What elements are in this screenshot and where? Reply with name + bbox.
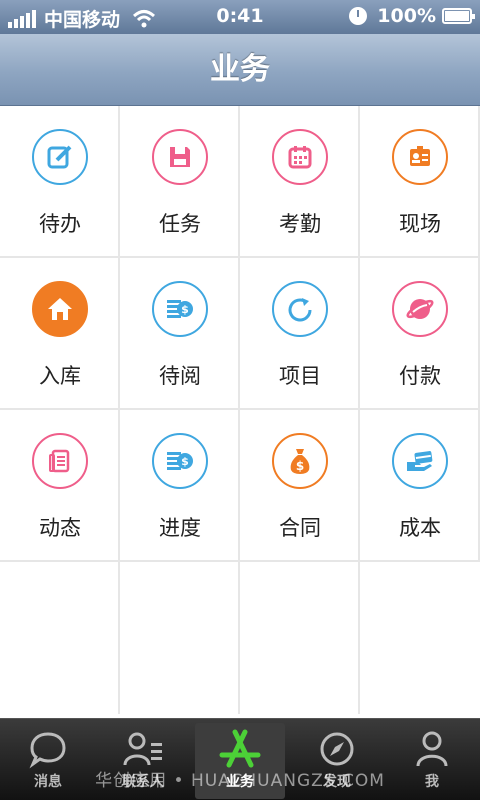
business-grid: 待办 任务 考勤 现场 入库 $ 待阅 项目 付款 动态 $ 进度 $ 合同 成… (0, 106, 480, 718)
coin-stack-icon: $ (152, 281, 208, 337)
compass-icon (320, 732, 354, 766)
tab-label: 我 (425, 774, 439, 790)
id-card-icon (392, 129, 448, 185)
grid-item-label: 付款 (399, 364, 441, 388)
grid-item-todo[interactable]: 待办 (0, 106, 120, 258)
tab-contacts[interactable]: 联系人 (98, 723, 188, 799)
grid-item-label: 现场 (399, 212, 441, 236)
battery-percent: 100% (377, 5, 436, 27)
grid-item-label: 动态 (39, 516, 81, 540)
tab-discover[interactable]: 发现 (292, 723, 382, 799)
tab-me[interactable]: 我 (387, 723, 477, 799)
contacts-icon (123, 732, 162, 766)
grid-item-label: 任务 (159, 212, 201, 236)
empty-cell (360, 562, 480, 714)
grid-item-site[interactable]: 现场 (360, 106, 480, 258)
status-right: 100% (349, 5, 475, 27)
calendar-icon (272, 129, 328, 185)
refresh-icon (272, 281, 328, 337)
grid-item-label: 进度 (159, 516, 201, 540)
tab-label: 联系人 (122, 774, 164, 790)
grid-item-label: 项目 (279, 364, 321, 388)
grid-item-label: 合同 (279, 516, 321, 540)
svg-text:$: $ (296, 459, 304, 473)
grid-item-label: 成本 (399, 516, 441, 540)
grid-item-label: 入库 (39, 364, 81, 388)
grid-item-contract[interactable]: $ 合同 (240, 410, 360, 562)
svg-text:$: $ (181, 455, 189, 468)
empty-cell (0, 562, 120, 714)
tab-label: 消息 (34, 774, 62, 790)
floppy-icon (152, 129, 208, 185)
money-bag-icon: $ (272, 433, 328, 489)
coin-stack-icon: $ (152, 433, 208, 489)
grid-item-payment[interactable]: 付款 (360, 258, 480, 410)
tab-messages[interactable]: 消息 (3, 723, 93, 799)
grid-item-label: 考勤 (279, 212, 321, 236)
edit-icon (32, 129, 88, 185)
tab-label: 业务 (226, 774, 254, 790)
planet-icon (392, 281, 448, 337)
grid-item-progress[interactable]: $ 进度 (120, 410, 240, 562)
grid-item-label: 待阅 (159, 364, 201, 388)
grid-item-attendance[interactable]: 考勤 (240, 106, 360, 258)
document-icon (32, 433, 88, 489)
grid-item-cost[interactable]: 成本 (360, 410, 480, 562)
empty-cell (240, 562, 360, 714)
person-icon (416, 731, 448, 767)
tab-business[interactable]: 业务 (195, 723, 285, 799)
grid-item-project[interactable]: 项目 (240, 258, 360, 410)
grid-item-to-read[interactable]: $ 待阅 (120, 258, 240, 410)
svg-text:$: $ (181, 303, 189, 316)
status-bar: 中国移动 0:41 100% (0, 0, 480, 34)
grid-item-task[interactable]: 任务 (120, 106, 240, 258)
rotation-lock-icon (349, 7, 368, 25)
battery-icon (442, 8, 475, 24)
page-title: 业务 (210, 52, 270, 87)
tab-label: 发现 (323, 774, 351, 790)
tab-bar: 消息 联系人 业务 发现 我 (0, 718, 480, 800)
card-hand-icon (392, 433, 448, 489)
home-icon (32, 281, 88, 337)
nav-bar: 业务 (0, 34, 480, 106)
app-store-icon (219, 729, 261, 768)
empty-cell (120, 562, 240, 714)
grid-item-warehouse-in[interactable]: 入库 (0, 258, 120, 410)
grid-item-label: 待办 (39, 212, 81, 236)
grid-item-news[interactable]: 动态 (0, 410, 120, 562)
chat-bubble-icon (29, 732, 66, 769)
